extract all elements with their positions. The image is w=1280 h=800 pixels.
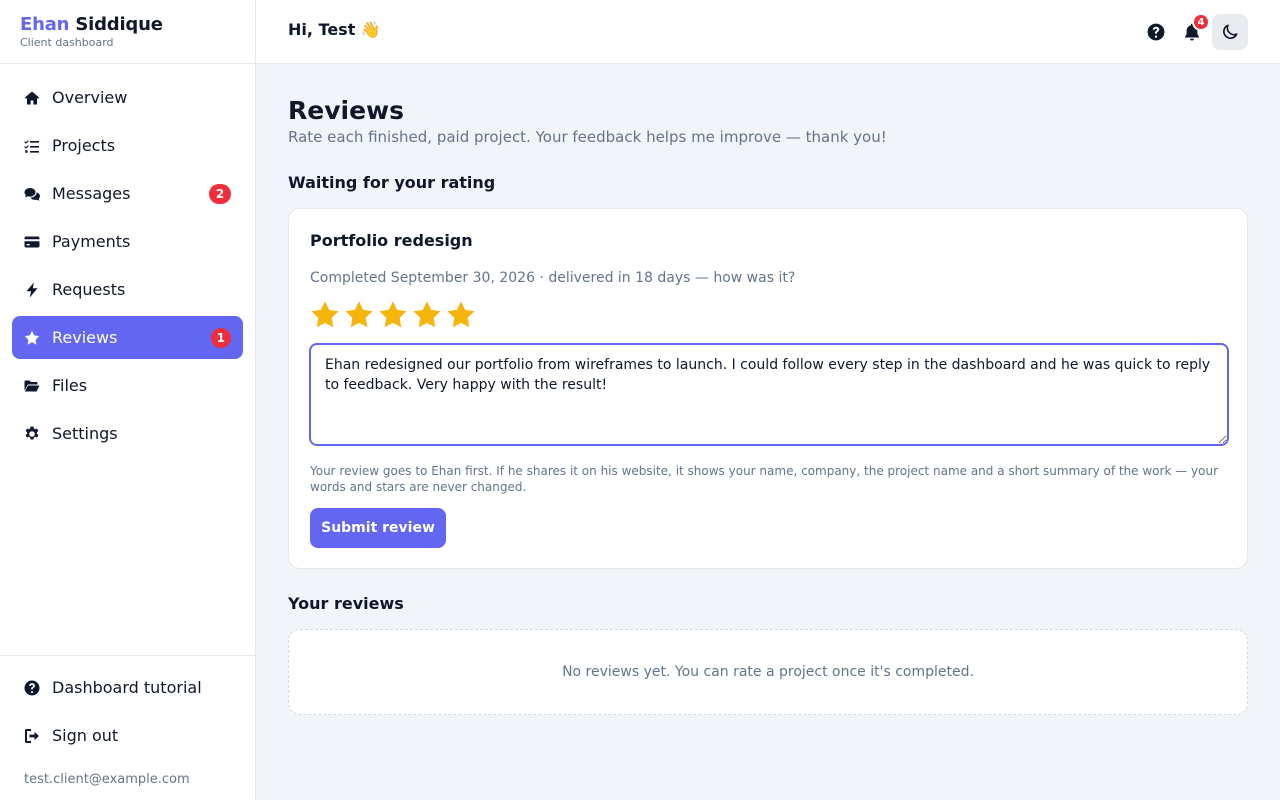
sidebar-item-label: Overview bbox=[52, 88, 128, 107]
waiting-section-heading: Waiting for your rating bbox=[288, 173, 496, 192]
page-title: Reviews bbox=[288, 96, 405, 125]
sidebar-item-label: Messages bbox=[52, 184, 131, 203]
bolt-icon bbox=[24, 282, 40, 298]
sidebar-item-messages[interactable]: Messages 2 bbox=[12, 172, 243, 215]
sidebar-item-reviews[interactable]: Reviews 1 bbox=[12, 316, 243, 359]
star-2-icon[interactable] bbox=[343, 299, 377, 333]
help-circle-icon bbox=[24, 680, 40, 696]
brand-first-name: Ehan bbox=[20, 14, 70, 35]
brand-last-name: Siddique bbox=[75, 14, 163, 35]
sidebar-item-settings[interactable]: Settings bbox=[12, 412, 243, 455]
sidebar-item-label: Payments bbox=[52, 232, 131, 251]
review-textarea[interactable]: Ehan redesigned our portfolio from wiref… bbox=[309, 343, 1229, 446]
project-completion-meta: Completed September 30, 2026 · delivered… bbox=[310, 270, 796, 286]
star-icon bbox=[24, 330, 40, 346]
sidebar-footer: Dashboard tutorial Sign out test.client@… bbox=[0, 655, 255, 787]
help-button[interactable] bbox=[1144, 20, 1168, 44]
home-icon bbox=[24, 90, 40, 106]
sidebar-item-projects[interactable]: Projects bbox=[12, 124, 243, 167]
greeting: Hi, Test 👋 bbox=[288, 20, 381, 39]
brand-subtitle: Client dashboard bbox=[20, 36, 114, 49]
credit-card-icon bbox=[24, 234, 40, 250]
chat-icon bbox=[24, 186, 40, 202]
sidebar-item-overview[interactable]: Overview bbox=[12, 76, 243, 119]
folder-open-icon bbox=[24, 378, 40, 394]
page-subtitle: Rate each finished, paid project. Your f… bbox=[288, 128, 887, 146]
notifications-button[interactable]: 4 bbox=[1180, 13, 1210, 44]
sidebar-item-label: Files bbox=[52, 376, 88, 395]
sidebar-item-label: Dashboard tutorial bbox=[52, 678, 202, 697]
review-card: Portfolio redesign Completed September 3… bbox=[288, 208, 1248, 569]
sidebar-item-dashboard-tutorial[interactable]: Dashboard tutorial bbox=[12, 666, 243, 709]
sidebar-item-label: Sign out bbox=[52, 726, 119, 745]
star-1-icon[interactable] bbox=[309, 299, 343, 333]
empty-reviews-state: No reviews yet. You can rate a project o… bbox=[288, 629, 1248, 715]
help-circle-icon bbox=[1147, 23, 1165, 41]
sidebar: Ehan Siddique Client dashboard Overview … bbox=[0, 0, 256, 800]
star-rating bbox=[309, 299, 479, 333]
sidebar-item-label: Requests bbox=[52, 280, 126, 299]
sidebar-nav: Overview Projects Messages 2 Payments Re… bbox=[12, 76, 243, 460]
sidebar-item-requests[interactable]: Requests bbox=[12, 268, 243, 311]
moon-icon bbox=[1223, 24, 1238, 39]
sidebar-item-files[interactable]: Files bbox=[12, 364, 243, 407]
star-5-icon[interactable] bbox=[445, 299, 479, 333]
messages-badge: 2 bbox=[209, 183, 231, 204]
sidebar-item-payments[interactable]: Payments bbox=[12, 220, 243, 263]
top-bar: Hi, Test 👋 4 bbox=[256, 0, 1280, 64]
review-privacy-note: Your review goes to Ehan first. If he sh… bbox=[310, 464, 1219, 494]
sidebar-item-label: Reviews bbox=[52, 328, 118, 347]
sign-out-icon bbox=[24, 728, 40, 744]
theme-toggle-button[interactable] bbox=[1212, 14, 1248, 50]
project-name: Portfolio redesign bbox=[310, 231, 473, 250]
brand: Ehan Siddique Client dashboard bbox=[0, 0, 255, 64]
brand-name: Ehan Siddique bbox=[20, 14, 235, 36]
star-4-icon[interactable] bbox=[411, 299, 445, 333]
submit-review-button[interactable]: Submit review bbox=[310, 508, 446, 548]
gear-icon bbox=[24, 426, 40, 442]
sign-out-button[interactable]: Sign out bbox=[12, 714, 243, 757]
star-3-icon[interactable] bbox=[377, 299, 411, 333]
your-reviews-heading: Your reviews bbox=[288, 594, 404, 613]
reviews-badge: 1 bbox=[210, 327, 231, 348]
list-check-icon bbox=[24, 138, 40, 154]
sidebar-item-label: Settings bbox=[52, 424, 118, 443]
notification-count-badge: 4 bbox=[1192, 13, 1210, 31]
user-email: test.client@example.com bbox=[24, 772, 190, 787]
sidebar-item-label: Projects bbox=[52, 136, 116, 155]
